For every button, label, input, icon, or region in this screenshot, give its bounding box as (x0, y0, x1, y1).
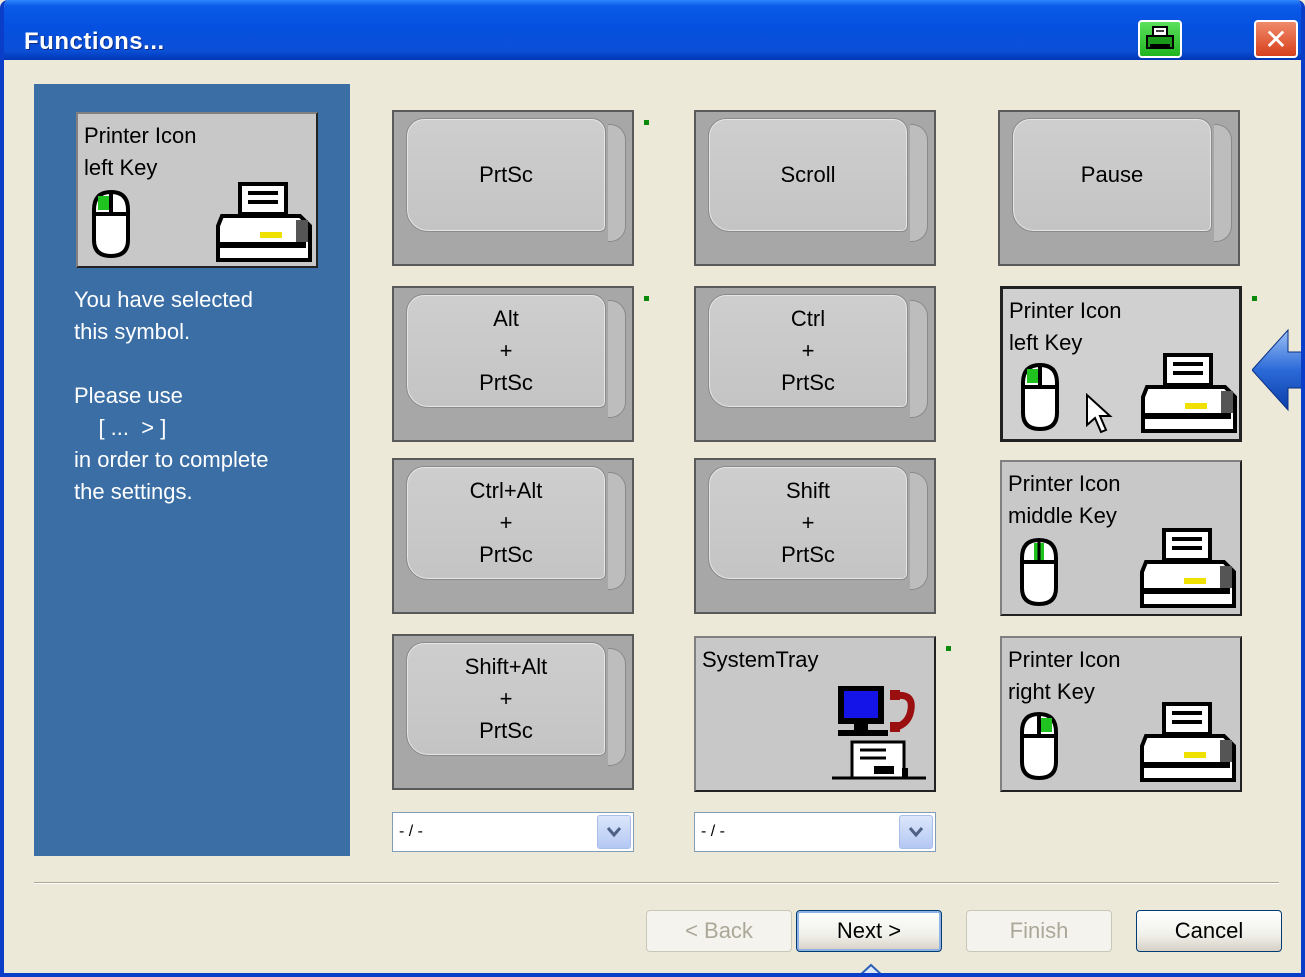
printer-icon (1140, 702, 1236, 782)
tile-label: Printer Icon right Key (1008, 647, 1121, 704)
combo-value: - / - (399, 823, 423, 840)
cancel-button[interactable]: Cancel (1136, 910, 1282, 952)
selected-symbol-label: Printer Icon left Key (84, 123, 197, 180)
mouse-middle-icon (1020, 537, 1058, 607)
tile-printer-right-key[interactable]: Printer Icon right Key (1000, 636, 1242, 792)
selected-symbol-tile: Printer Icon left Key (76, 112, 318, 268)
cursor-arrow-icon (1086, 393, 1113, 434)
system-tray-icon (832, 686, 926, 780)
combo-value: - / - (701, 823, 725, 840)
title-bar[interactable]: Functions... ✕ (4, 0, 1301, 60)
back-button[interactable]: < Back (646, 910, 792, 952)
mouse-right-icon (1020, 711, 1058, 781)
instruction-text: You have selected this symbol. Please us… (74, 287, 269, 504)
tile-label: Printer Icon middle Key (1008, 471, 1121, 528)
key-ctrl-prtsc[interactable]: Ctrl + PrtSc (694, 286, 936, 442)
key-alt-prtsc[interactable]: Alt + PrtSc (392, 286, 634, 442)
key-label: Alt + PrtSc (479, 306, 533, 395)
key-label: Ctrl+Alt + PrtSc (469, 478, 543, 567)
key-shift-prtsc[interactable]: Shift + PrtSc (694, 458, 936, 614)
functions-dialog: Functions... ✕ Printer Icon left Key You… (0, 0, 1305, 977)
close-icon[interactable]: ✕ (1254, 20, 1298, 58)
status-indicator (1252, 296, 1257, 301)
info-panel: Printer Icon left Key You have selected (34, 84, 350, 856)
key-scroll[interactable]: Scroll (694, 110, 936, 266)
key-label: Shift+Alt + PrtSc (464, 654, 548, 743)
status-indicator (644, 120, 649, 125)
printer-icon[interactable] (1138, 20, 1182, 58)
chevron-down-icon[interactable] (899, 815, 933, 849)
window-title: Functions... (24, 28, 165, 55)
key-ctrlalt-prtsc[interactable]: Ctrl+Alt + PrtSc (392, 458, 634, 614)
key-label: PrtSc (479, 162, 533, 187)
key-label: Pause (1080, 162, 1144, 187)
chevron-down-icon[interactable] (597, 815, 631, 849)
key-label: Shift + PrtSc (781, 478, 835, 567)
mouse-left-icon (1021, 362, 1059, 432)
combo-key-selector-1[interactable]: - / - (392, 812, 634, 852)
next-button[interactable]: Next > (796, 910, 942, 952)
printer-icon (216, 182, 312, 262)
selection-arrow-icon (1252, 328, 1301, 412)
printer-icon (1141, 353, 1237, 433)
tile-label: SystemTray (702, 647, 819, 672)
key-prtsc[interactable]: PrtSc (392, 110, 634, 266)
key-shiftalt-prtsc[interactable]: Shift+Alt + PrtSc (392, 634, 634, 790)
next-pointer-icon (860, 963, 882, 973)
printer-icon (1140, 528, 1236, 608)
tile-printer-left-key[interactable]: Printer Icon left Key (1000, 286, 1242, 442)
key-pause[interactable]: Pause (998, 110, 1240, 266)
key-label: Ctrl + PrtSc (781, 306, 835, 395)
status-indicator (644, 296, 649, 301)
status-indicator (946, 646, 951, 651)
tile-printer-middle-key[interactable]: Printer Icon middle Key (1000, 460, 1242, 616)
combo-key-selector-2[interactable]: - / - (694, 812, 936, 852)
finish-button[interactable]: Finish (966, 910, 1112, 952)
separator (34, 882, 1279, 884)
tile-system-tray[interactable]: SystemTray (694, 636, 936, 792)
mouse-left-icon (92, 189, 130, 259)
tile-label: Printer Icon left Key (1009, 298, 1122, 355)
key-label: Scroll (780, 162, 836, 187)
